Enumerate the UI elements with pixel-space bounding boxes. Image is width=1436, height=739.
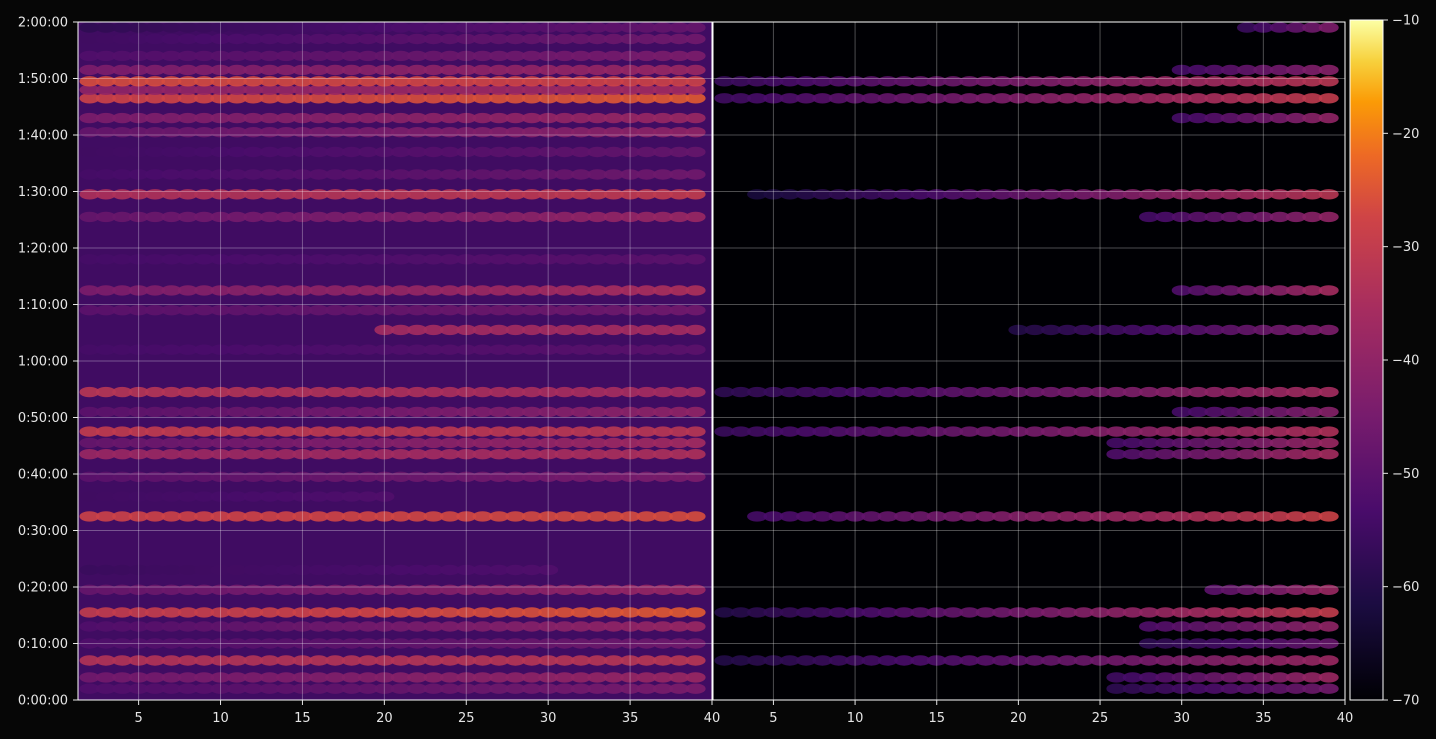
heatmap-cell-right	[1318, 211, 1339, 223]
heatmap-cell-right	[1318, 189, 1339, 200]
heatmap-cell-right	[1318, 607, 1339, 618]
x-tick-label: 5	[769, 711, 777, 726]
heatmap-cell-left	[685, 254, 706, 265]
heatmap-cell-left	[685, 146, 706, 158]
heatmap-cell-right	[1318, 22, 1339, 33]
y-tick-label: 0:50:00	[18, 411, 68, 426]
heatmap-cell-left	[685, 112, 706, 124]
heatmap-cell-right	[1318, 584, 1339, 595]
heatmap-chart: 0:00:00 0:10:00 0:20:00 0:30:00 0:40:00 0:50:…	[18, 14, 1420, 727]
x-axis: 5 10 15 20 25 30 35 40 5 10 15 20 25 30 35 40	[134, 700, 1353, 726]
heatmap-cell-left	[685, 683, 706, 694]
x-tick-label: 30	[540, 711, 557, 726]
heatmap-cell-right	[1318, 324, 1339, 336]
heatmap-cell-left	[685, 655, 706, 666]
heatmap-cell-left	[685, 621, 706, 632]
x-tick-label: 40	[1337, 711, 1354, 726]
heatmap-cell-left	[685, 324, 706, 336]
y-axis: 0:00:00 0:10:00 0:20:00 0:30:00 0:40:00 0:50:…	[18, 16, 78, 709]
heatmap-cell-left	[685, 76, 706, 87]
heatmap-cell-right	[1318, 426, 1339, 437]
heatmap-cell-left	[685, 449, 706, 460]
x-tick-label: 25	[1092, 711, 1109, 726]
heatmap-cell-left	[685, 169, 706, 180]
heatmap-cell-left	[685, 672, 706, 683]
x-tick-label: 5	[134, 711, 142, 726]
heatmap-cell-left	[685, 344, 706, 355]
colorbar-tick-label: −60	[1392, 580, 1419, 595]
x-tick-label: 20	[376, 711, 393, 726]
heatmap-cell-left	[685, 189, 706, 200]
x-tick-label: 30	[1173, 711, 1190, 726]
heatmap-cell-left	[685, 406, 706, 418]
colorbar-tick-label: −40	[1392, 354, 1419, 369]
y-tick-label: 2:00:00	[18, 16, 68, 31]
heatmap-cell-left	[685, 471, 706, 482]
heatmap-cell-right	[1318, 449, 1339, 460]
heatmap-cell-right	[1318, 406, 1339, 418]
colorbar-tick-label: −10	[1392, 14, 1419, 29]
heatmap-cell-left	[685, 511, 706, 522]
heatmap-cell-right	[1318, 285, 1339, 296]
heatmap-cell-right	[1318, 511, 1339, 522]
y-tick-label: 0:00:00	[18, 694, 68, 709]
heatmap-cell-left	[685, 22, 706, 33]
x-tick-label: 10	[212, 711, 229, 726]
y-tick-label: 1:00:00	[18, 355, 68, 370]
x-tick-label: 15	[294, 711, 311, 726]
heatmap-cell-right	[1318, 93, 1339, 104]
y-tick-label: 0:40:00	[18, 468, 68, 483]
y-tick-label: 1:20:00	[18, 242, 68, 257]
heatmap-cell-right	[1318, 683, 1339, 694]
y-tick-label: 1:10:00	[18, 298, 68, 313]
heatmap-cell-left	[685, 305, 706, 316]
heatmap-cell-left	[685, 127, 706, 138]
heatmap-cell-left	[685, 607, 706, 618]
x-tick-label: 25	[458, 711, 475, 726]
x-tick-label: 40	[704, 711, 721, 726]
y-tick-label: 0:10:00	[18, 637, 68, 652]
colorbar-tick-label: −70	[1392, 694, 1419, 709]
colorbar: −10 −20 −30 −40 −50 −60 −70	[1349, 14, 1419, 709]
heatmap-cell-right	[1318, 621, 1339, 632]
heatmap-cell-left	[685, 426, 706, 437]
y-tick-label: 0:20:00	[18, 581, 68, 596]
heatmap-cell-right	[1318, 76, 1339, 87]
y-tick-label: 1:50:00	[18, 72, 68, 87]
x-tick-label: 15	[928, 711, 945, 726]
heatmap-cell-right	[1318, 112, 1339, 124]
heatmap-cell-right	[1318, 64, 1339, 76]
colorbar-tick-label: −20	[1392, 127, 1419, 142]
x-tick-label: 35	[622, 711, 639, 726]
heatmap-cell-left	[685, 285, 706, 296]
heatmap-cell-left	[685, 437, 706, 449]
colorbar-tick-label: −30	[1392, 240, 1419, 255]
colorbar-tick-label: −50	[1392, 467, 1419, 482]
spectrogram-panel-left	[77, 21, 713, 701]
colorbar-gradient	[1349, 19, 1384, 701]
y-tick-label: 0:30:00	[18, 524, 68, 539]
heatmap-cell-right	[1318, 672, 1339, 683]
x-tick-label: 10	[847, 711, 864, 726]
y-tick-label: 1:30:00	[18, 185, 68, 200]
x-tick-label: 20	[1010, 711, 1027, 726]
heatmap-cell-right	[1318, 437, 1339, 449]
heatmap-cell-left	[685, 33, 706, 45]
heatmap-cell-left	[685, 50, 706, 62]
heatmap-cell-left	[685, 386, 706, 398]
spectrogram-panel-right	[712, 21, 1346, 701]
heatmap-cell-right	[1318, 386, 1339, 398]
x-tick-label: 35	[1255, 711, 1272, 726]
heatmap-cell-left	[685, 64, 706, 76]
y-tick-label: 1:40:00	[18, 129, 68, 144]
heatmap-cell-right	[1318, 655, 1339, 666]
heatmap-cell-left	[685, 584, 706, 595]
heatmap-cell-left	[685, 211, 706, 223]
